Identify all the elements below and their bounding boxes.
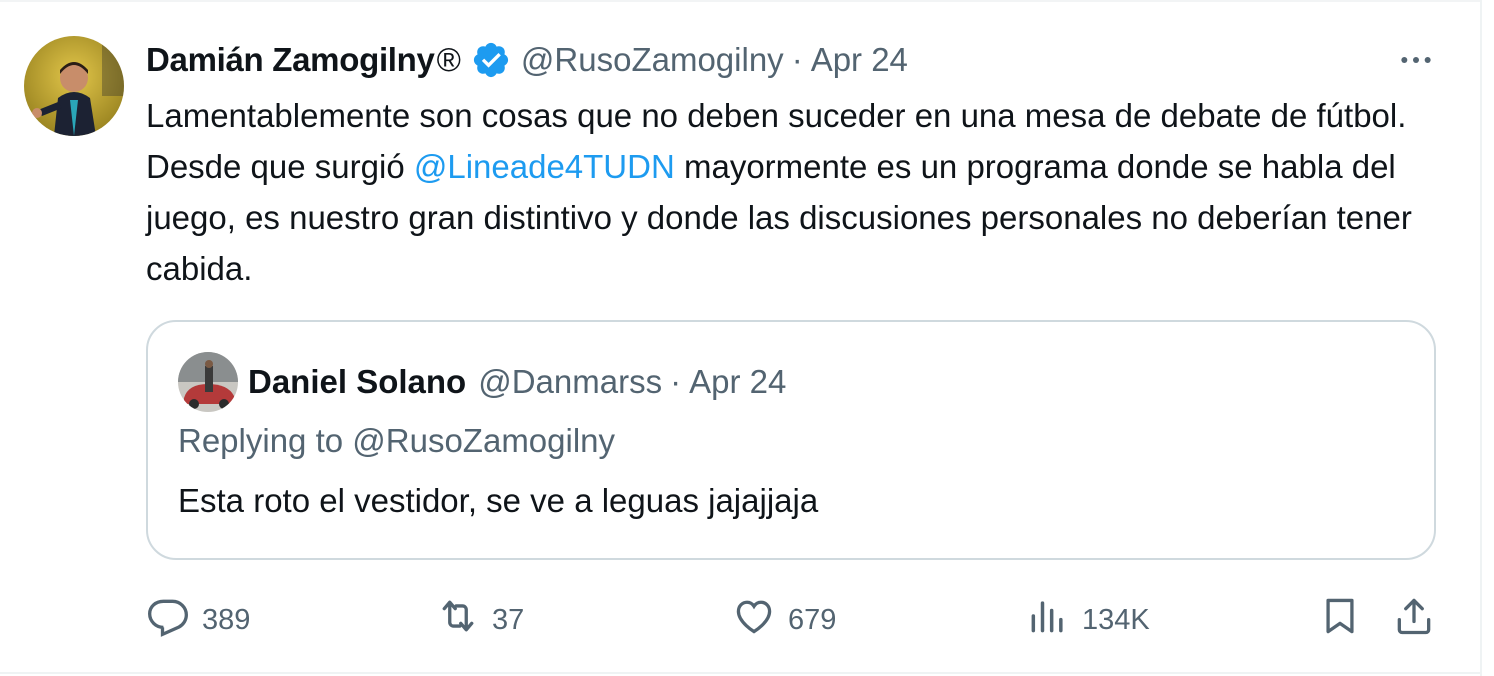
repost-button[interactable]: 37	[436, 592, 524, 648]
like-button[interactable]: 679	[732, 592, 836, 648]
frame-top-border	[0, 0, 1482, 2]
separator-dot: ·	[791, 41, 803, 78]
like-count: 679	[788, 603, 837, 636]
reply-count: 389	[202, 603, 251, 636]
frame-right-border	[1480, 0, 1482, 676]
tweet-date[interactable]: Apr 24	[811, 41, 908, 79]
views-icon	[1026, 594, 1070, 646]
quoted-text: Esta roto el vestidor, se ve a leguas ja…	[178, 482, 819, 519]
verified-badge-icon	[471, 40, 511, 80]
author-avatar[interactable]	[24, 36, 124, 136]
bookmark-button[interactable]	[1318, 592, 1362, 648]
frame-bottom-border	[0, 672, 1482, 674]
tweet-header: Damián Zamogilny ® @RusoZamogilny · Apr …	[146, 36, 908, 84]
more-icon[interactable]	[1392, 40, 1440, 80]
repost-icon	[436, 594, 480, 646]
share-icon	[1392, 594, 1436, 646]
author-handle[interactable]: @RusoZamogilny	[521, 41, 784, 79]
quoted-header: Daniel Solano @Danmarss · Apr 24	[248, 358, 786, 406]
reply-button[interactable]: 389	[146, 592, 250, 648]
replying-to[interactable]: Replying to @RusoZamogilny	[178, 422, 615, 460]
views-count: 134K	[1082, 603, 1150, 636]
share-button[interactable]	[1392, 592, 1436, 648]
reply-icon	[146, 594, 190, 646]
bookmark-icon	[1318, 594, 1362, 646]
like-icon	[732, 594, 776, 646]
repost-count: 37	[492, 603, 525, 636]
quoted-separator-dot: ·	[670, 363, 682, 400]
action-bar: 389 37 679 134K	[0, 592, 1480, 648]
quoted-author-handle[interactable]: @Danmarss	[478, 363, 662, 401]
tweet-text: Lamentablemente son cosas que no deben s…	[146, 90, 1456, 294]
views-button[interactable]: 134K	[1026, 592, 1150, 648]
author-name[interactable]: Damián Zamogilny	[146, 41, 435, 79]
quoted-author-name[interactable]: Daniel Solano	[248, 363, 466, 401]
mention-link[interactable]: @Lineade4TUDN	[414, 148, 675, 185]
quoted-author-avatar[interactable]	[178, 352, 238, 412]
registered-mark: ®	[436, 41, 461, 78]
quoted-date[interactable]: Apr 24	[689, 363, 786, 401]
quoted-tweet[interactable]: Daniel Solano @Danmarss · Apr 24 Replyin…	[146, 320, 1436, 560]
